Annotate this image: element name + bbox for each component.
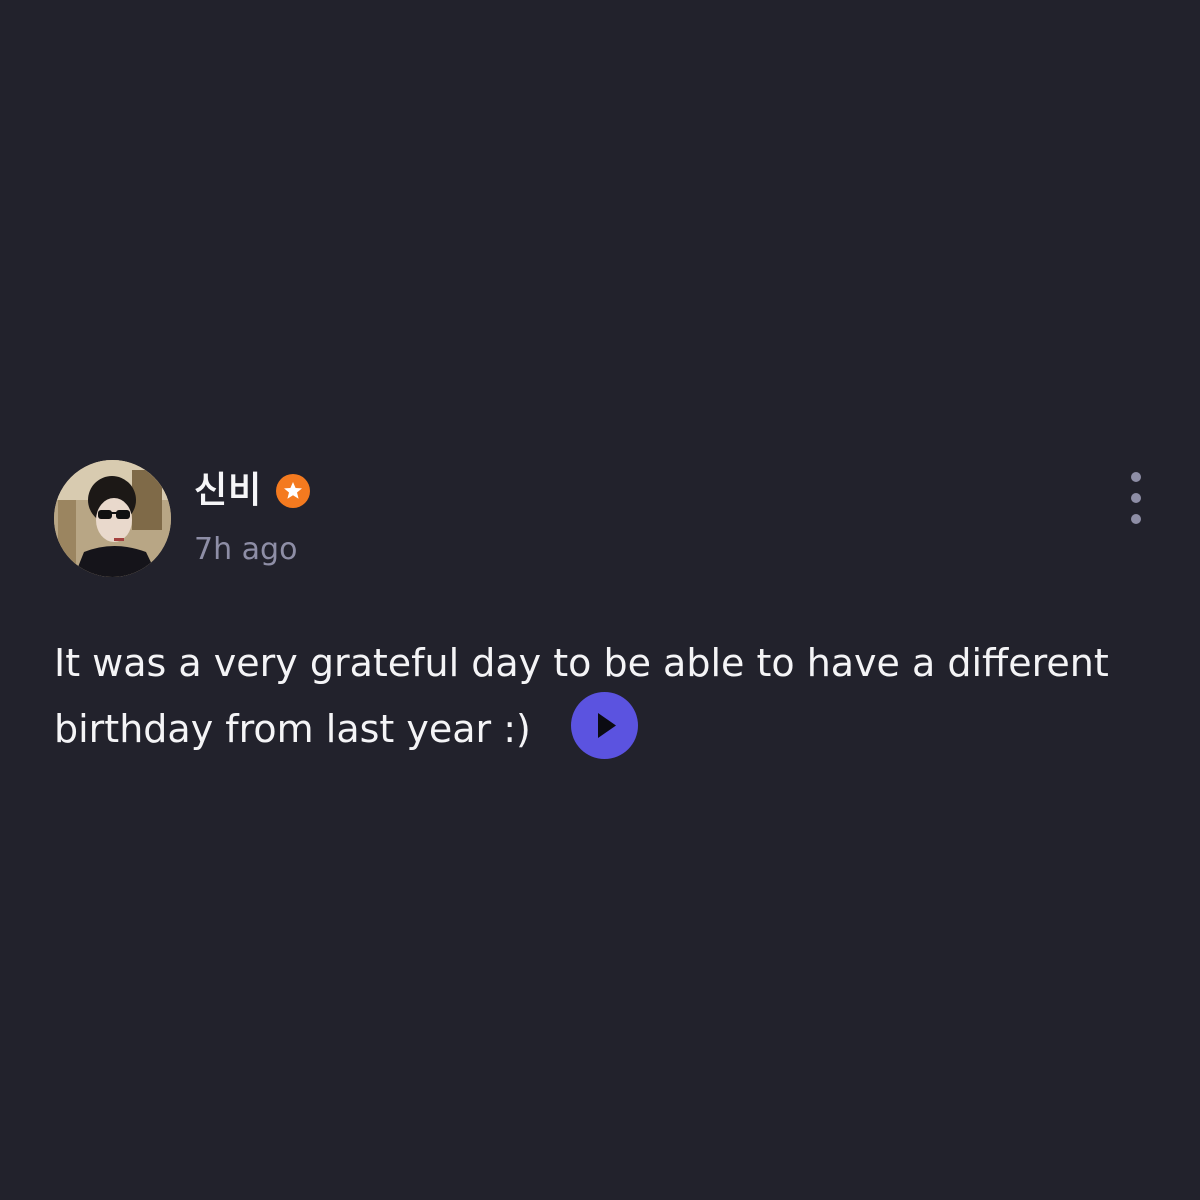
play-button[interactable] xyxy=(570,692,638,759)
author-header: 신비 xyxy=(194,468,311,514)
more-vertical-icon xyxy=(1131,472,1141,482)
play-icon xyxy=(597,713,616,738)
avatar-image xyxy=(54,460,171,577)
author-name[interactable]: 신비 xyxy=(194,468,262,514)
star-badge-icon xyxy=(276,474,311,508)
avatar[interactable] xyxy=(54,460,171,577)
post-timestamp: 7h ago xyxy=(194,532,298,567)
post-card: 신비 7h ago It was a very grateful day to … xyxy=(0,0,1200,1200)
post-message: It was a very grateful day to be able to… xyxy=(54,630,1114,765)
more-options-button[interactable] xyxy=(1116,472,1156,524)
